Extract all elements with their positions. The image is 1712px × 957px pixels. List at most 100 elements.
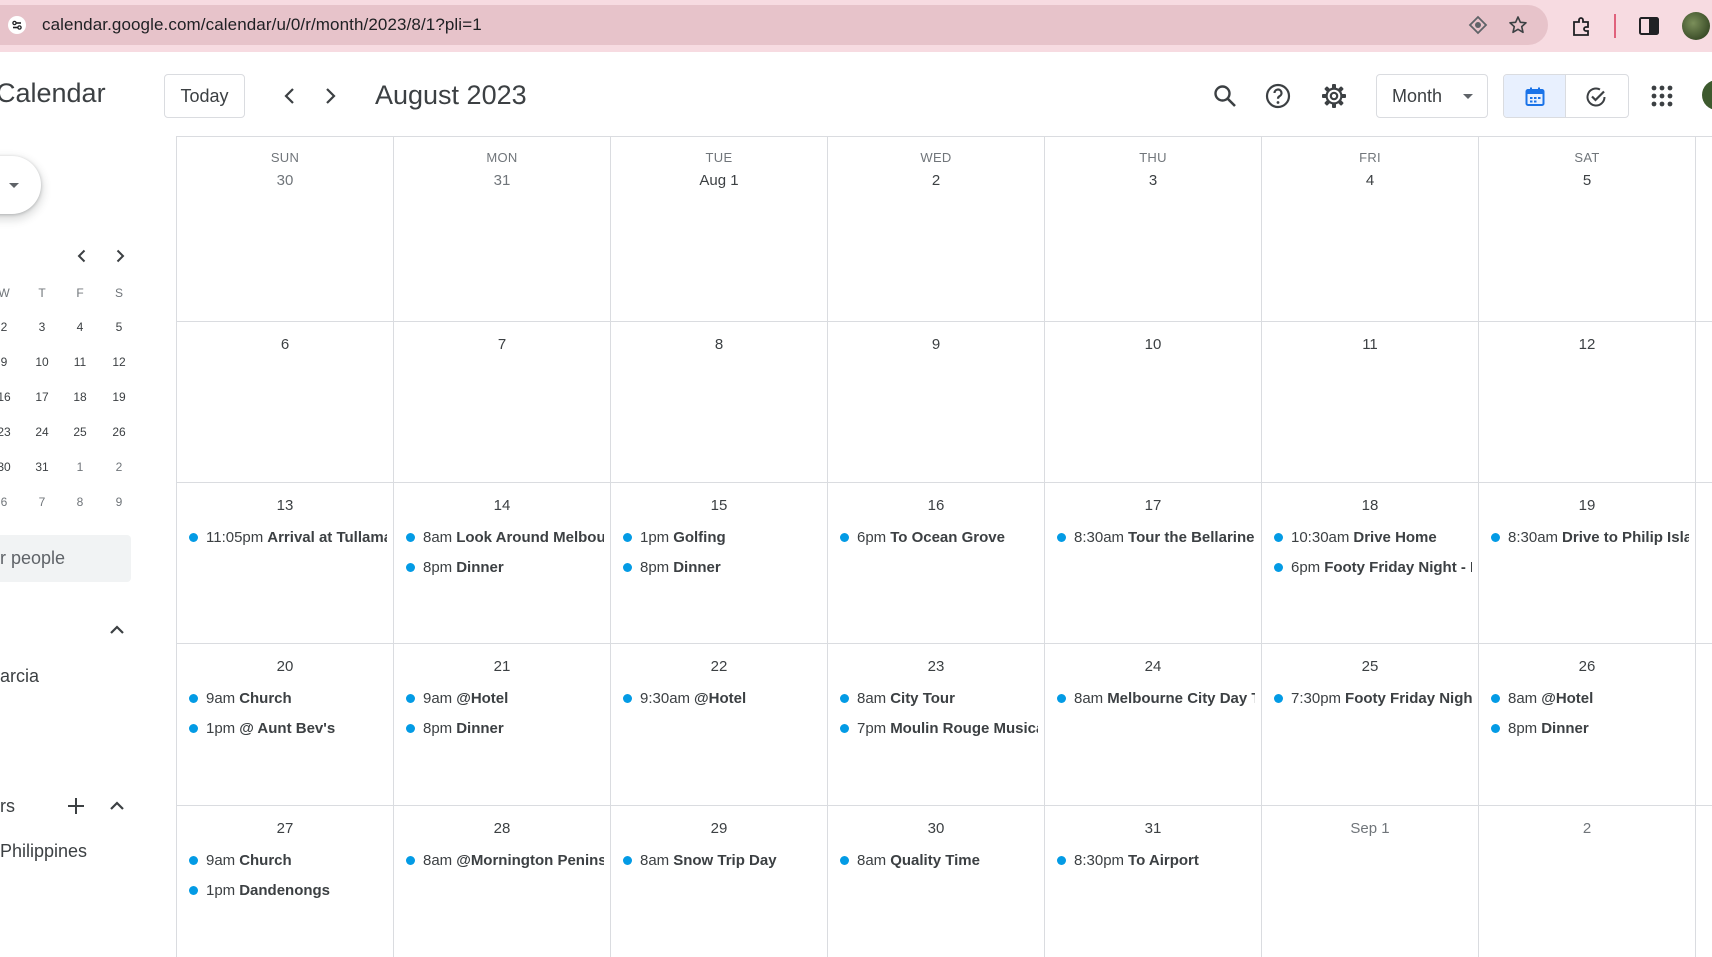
other-calendar-item-philippines[interactable]: Philippines	[0, 841, 87, 862]
mini-calendar-day[interactable]: 3	[29, 320, 55, 334]
mini-calendar-day[interactable]: 24	[29, 425, 55, 439]
bookmark-star-icon[interactable]	[1508, 15, 1528, 35]
mini-calendar-day[interactable]: 19	[106, 390, 132, 404]
day-cell[interactable]: 6	[177, 322, 393, 483]
mini-calendar-day[interactable]: 9	[0, 355, 17, 369]
mini-calendar-previous-icon[interactable]	[72, 246, 92, 266]
calendar-view-toggle[interactable]	[1504, 75, 1566, 117]
day-cell[interactable]: 25 7:30pm Footy Friday Night	[1262, 644, 1478, 806]
event-chip[interactable]: 8pm Dinner	[402, 716, 604, 742]
day-cell[interactable]: 2	[1479, 806, 1695, 957]
day-cell[interactable]: WED 2	[828, 136, 1044, 322]
event-chip[interactable]: 8pm Dinner	[402, 555, 604, 581]
event-chip[interactable]: 9am @Hotel	[402, 686, 604, 712]
create-button[interactable]	[0, 156, 41, 214]
day-cell[interactable]: 27 9am Church 1pm Dandenongs	[177, 806, 393, 957]
day-cell[interactable]: 12	[1479, 322, 1695, 483]
lens-icon[interactable]	[1468, 15, 1488, 35]
event-chip[interactable]: 8am Melbourne City Day T	[1053, 686, 1255, 712]
day-number[interactable]: 5	[1479, 172, 1695, 189]
day-cell[interactable]: 20 9am Church 1pm @ Aunt Bev's	[177, 644, 393, 806]
day-number[interactable]: 8	[611, 336, 827, 353]
day-cell[interactable]: 22 9:30am @Hotel	[611, 644, 827, 806]
event-chip[interactable]: 10:30am Drive Home	[1270, 525, 1472, 551]
previous-month-chevron-icon[interactable]	[278, 84, 302, 108]
day-cell[interactable]: 26 8am @Hotel 8pm Dinner	[1479, 644, 1695, 806]
day-number[interactable]: 2	[1479, 820, 1695, 837]
day-cell[interactable]: 17 8:30am Tour the Bellarine	[1045, 483, 1261, 644]
day-number[interactable]: 9	[828, 336, 1044, 353]
event-chip[interactable]: 8am @Hotel	[1487, 686, 1689, 712]
day-number[interactable]: 31	[1045, 820, 1261, 837]
day-cell[interactable]: 28 8am @Mornington Peninsu	[394, 806, 610, 957]
day-cell[interactable]: MON 31	[394, 136, 610, 322]
day-cell[interactable]: FRI 4	[1262, 136, 1478, 322]
day-number[interactable]: 13	[177, 497, 393, 514]
day-number[interactable]: 18	[1262, 497, 1478, 514]
event-chip[interactable]: 9am Church	[185, 848, 387, 874]
day-number[interactable]: 25	[1262, 658, 1478, 675]
help-icon[interactable]	[1264, 82, 1292, 110]
mini-calendar-day[interactable]: 18	[67, 390, 93, 404]
mini-calendar-day[interactable]: 2	[0, 320, 17, 334]
event-chip[interactable]: 8am Quality Time	[836, 848, 1038, 874]
mini-calendar-day[interactable]: 6	[0, 495, 17, 509]
day-number[interactable]: Sep 1	[1262, 820, 1478, 837]
day-number[interactable]: 17	[1045, 497, 1261, 514]
day-cell[interactable]: 23 8am City Tour 7pm Moulin Rouge Musica	[828, 644, 1044, 806]
day-cell[interactable]: 7	[394, 322, 610, 483]
day-number[interactable]: 16	[828, 497, 1044, 514]
day-number[interactable]: 7	[394, 336, 610, 353]
day-number[interactable]: 4	[1262, 172, 1478, 189]
day-number[interactable]: 20	[177, 658, 393, 675]
day-cell[interactable]: SUN 30	[177, 136, 393, 322]
day-number[interactable]: 30	[828, 820, 1044, 837]
day-number[interactable]: 6	[177, 336, 393, 353]
next-month-chevron-icon[interactable]	[318, 84, 342, 108]
tasks-view-toggle[interactable]	[1566, 75, 1628, 117]
day-number[interactable]: 2	[828, 172, 1044, 189]
mini-calendar-day[interactable]: 26	[106, 425, 132, 439]
mini-calendar-day[interactable]: 25	[67, 425, 93, 439]
day-cell[interactable]: Sep 1	[1262, 806, 1478, 957]
day-cell[interactable]: 31 8:30pm To Airport	[1045, 806, 1261, 957]
day-number[interactable]: 27	[177, 820, 393, 837]
day-number[interactable]: 30	[177, 172, 393, 189]
browser-profile-avatar[interactable]	[1682, 12, 1710, 40]
day-cell[interactable]: 18 10:30am Drive Home 6pm Footy Friday Night…	[1262, 483, 1478, 644]
day-number[interactable]: 11	[1262, 336, 1478, 353]
mini-calendar-day[interactable]: 8	[67, 495, 93, 509]
mini-calendar-day[interactable]: 16	[0, 390, 17, 404]
day-number[interactable]: 21	[394, 658, 610, 675]
event-chip[interactable]: 8:30am Drive to Philip Islar	[1487, 525, 1689, 551]
day-number[interactable]: 19	[1479, 497, 1695, 514]
day-cell[interactable]: TUE Aug 1	[611, 136, 827, 322]
day-number[interactable]: 12	[1479, 336, 1695, 353]
day-number[interactable]: 24	[1045, 658, 1261, 675]
address-bar[interactable]: calendar.google.com/calendar/u/0/r/month…	[0, 5, 1548, 45]
day-cell[interactable]: 11	[1262, 322, 1478, 483]
day-number[interactable]: 23	[828, 658, 1044, 675]
day-cell[interactable]: 10	[1045, 322, 1261, 483]
event-chip[interactable]: 9am Church	[185, 686, 387, 712]
day-number[interactable]: 28	[394, 820, 610, 837]
url-text[interactable]: calendar.google.com/calendar/u/0/r/month…	[42, 5, 482, 45]
day-cell[interactable]: 13 11:05pm Arrival at Tullama	[177, 483, 393, 644]
day-cell[interactable]: 24 8am Melbourne City Day T	[1045, 644, 1261, 806]
settings-gear-icon[interactable]	[1320, 82, 1348, 110]
event-chip[interactable]: 1pm @ Aunt Bev's	[185, 716, 387, 742]
mini-calendar-day[interactable]: 2	[106, 460, 132, 474]
side-panel-icon[interactable]	[1637, 14, 1661, 38]
my-calendar-item[interactable]: arcia	[0, 666, 39, 687]
event-chip[interactable]: 8pm Dinner	[1487, 716, 1689, 742]
day-cell[interactable]: 30 8am Quality Time	[828, 806, 1044, 957]
event-chip[interactable]: 9:30am @Hotel	[619, 686, 821, 712]
mini-calendar-day[interactable]: 30	[0, 460, 17, 474]
mini-calendar-day[interactable]: 4	[67, 320, 93, 334]
extensions-icon[interactable]	[1570, 14, 1594, 38]
my-calendars-collapse-chevron-up-icon[interactable]	[105, 618, 129, 642]
mini-calendar-day[interactable]: 5	[106, 320, 132, 334]
add-other-calendar-plus-icon[interactable]	[64, 794, 88, 818]
day-cell[interactable]: 14 8am Look Around Melbour 8pm Dinner	[394, 483, 610, 644]
day-number[interactable]: 10	[1045, 336, 1261, 353]
